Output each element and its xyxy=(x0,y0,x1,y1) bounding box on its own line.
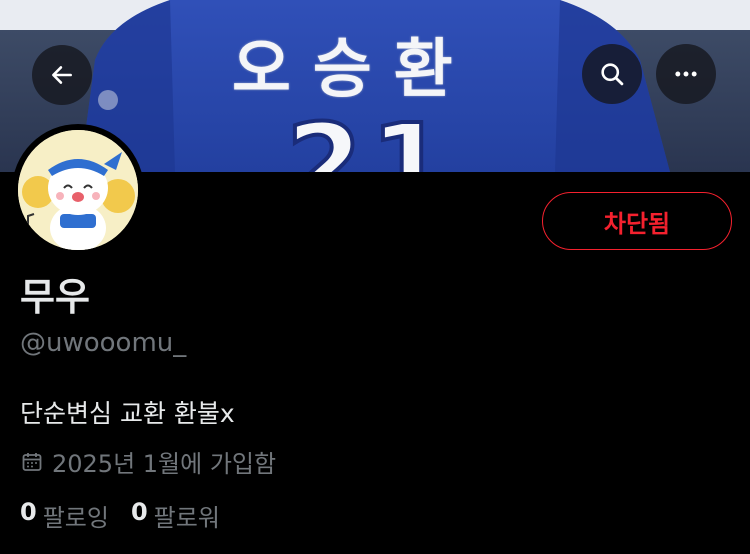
jersey-number-text: 21 xyxy=(284,98,456,172)
join-date-text: 2025년 1월에 가입함 xyxy=(52,450,277,478)
following-count: 0 xyxy=(20,498,37,526)
arrow-left-icon xyxy=(52,66,72,84)
following-label: 팔로잉 xyxy=(42,504,109,532)
more-horizontal-icon xyxy=(675,71,697,77)
followers-label: 팔로워 xyxy=(153,504,220,532)
follow-stats: 0 팔로잉 0 팔로워 xyxy=(20,498,220,533)
avatar-image xyxy=(18,130,138,250)
followers-count: 0 xyxy=(130,498,148,526)
join-date-row: 2025년 1월에 가입함 xyxy=(20,444,276,479)
followers-link[interactable]: 0 팔로워 xyxy=(131,498,220,533)
back-button[interactable] xyxy=(32,45,92,105)
user-handle: @uwooomu_ xyxy=(20,328,187,358)
avatar[interactable] xyxy=(12,124,144,256)
display-name: 무우 xyxy=(20,275,90,319)
more-options-button[interactable] xyxy=(656,44,716,104)
blocked-button[interactable]: 차단됨 xyxy=(542,192,732,250)
search-button[interactable] xyxy=(582,44,642,104)
cheerleader-character-icon xyxy=(18,130,138,250)
calendar-icon xyxy=(22,452,42,471)
profile-bio: 단순변심 교환 환불x xyxy=(20,399,235,428)
jersey-name-text: 오승환 xyxy=(232,33,475,107)
search-icon xyxy=(601,63,624,86)
following-link[interactable]: 0 팔로잉 xyxy=(20,498,109,533)
